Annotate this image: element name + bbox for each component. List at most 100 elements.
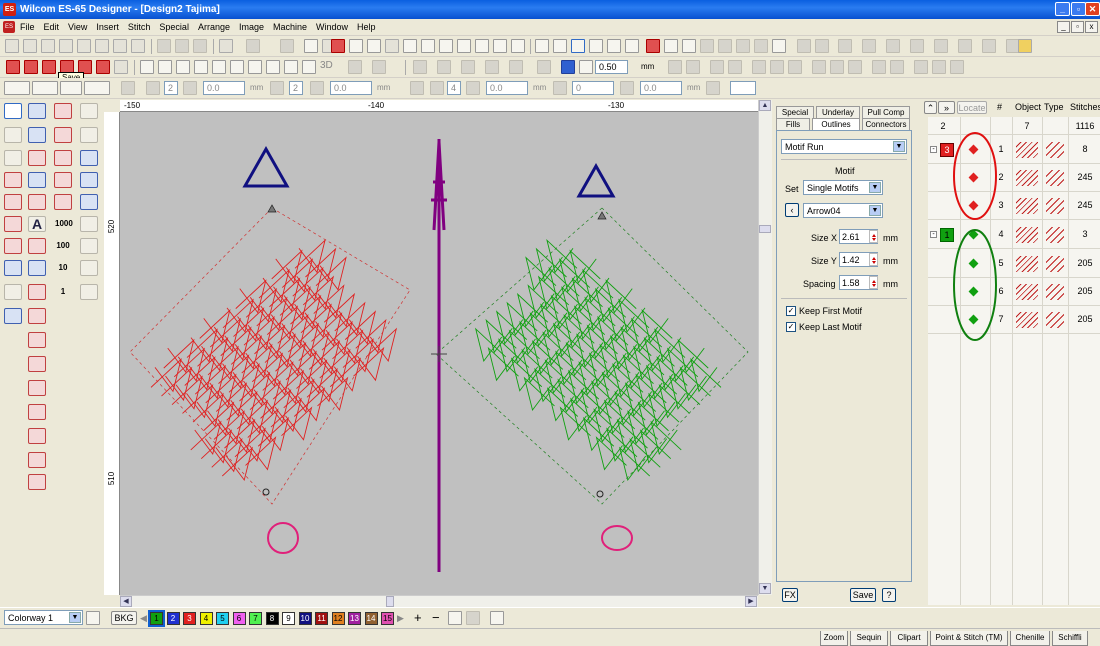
arrange-12-icon[interactable] <box>890 60 904 74</box>
red-motif-fill[interactable] <box>150 238 398 482</box>
dotted-icon[interactable] <box>403 39 417 53</box>
satin-icon[interactable] <box>331 39 345 53</box>
collapse-group-icon[interactable]: - <box>930 146 937 153</box>
tool-d-icon[interactable] <box>862 39 876 53</box>
mdi-close-icon[interactable]: x <box>1085 21 1098 33</box>
wizard-icon[interactable] <box>1018 39 1032 53</box>
tool-e-icon[interactable] <box>886 39 900 53</box>
scissors-icon[interactable] <box>4 238 22 254</box>
color-swatch[interactable]: 4 <box>199 612 213 625</box>
color-swatch[interactable]: 3 <box>183 612 196 625</box>
stitch-length-icon[interactable] <box>579 60 593 74</box>
chevron-down-icon[interactable]: ▼ <box>69 612 81 623</box>
print-icon[interactable] <box>77 39 91 53</box>
tab-special[interactable]: Special <box>776 106 814 118</box>
document-icon[interactable]: ES <box>3 21 15 33</box>
triangle-marker-right[interactable] <box>576 162 616 198</box>
fan-icon[interactable] <box>4 284 22 300</box>
copy-icon[interactable] <box>175 39 189 53</box>
minimize-icon[interactable]: _ <box>1055 2 1070 16</box>
color-grid-icon[interactable] <box>86 611 100 625</box>
tab-chenille[interactable]: Chenille <box>1010 631 1050 646</box>
monogram-tool-icon[interactable] <box>80 216 98 232</box>
stitch-type-6-icon[interactable] <box>96 60 110 74</box>
stop-icon[interactable] <box>682 39 696 53</box>
circle-icon[interactable] <box>736 39 750 53</box>
color-swatch[interactable]: 7 <box>249 612 262 625</box>
polygon-select-icon[interactable] <box>4 127 22 143</box>
stitch-type-select[interactable]: Motif Run ▼ <box>781 139 907 154</box>
size-x-spinner[interactable] <box>869 230 878 243</box>
tool-b-icon[interactable] <box>815 39 829 53</box>
arrange-8-icon[interactable] <box>812 60 826 74</box>
stitch-type-1-icon[interactable] <box>6 60 20 74</box>
photo-icon[interactable] <box>493 39 507 53</box>
effect-3-icon[interactable] <box>176 60 190 74</box>
ruler-icon[interactable] <box>553 39 567 53</box>
split-icon[interactable] <box>28 260 46 276</box>
stitch-type-3-icon[interactable] <box>42 60 56 74</box>
chevron-down-icon[interactable]: ▼ <box>893 141 905 152</box>
menu-special[interactable]: Special <box>159 22 189 32</box>
transform-icon[interactable] <box>80 150 98 166</box>
effect-2-icon[interactable] <box>158 60 172 74</box>
tab-underlay[interactable]: Underlay <box>816 106 860 118</box>
3d-button[interactable]: 3D <box>320 60 333 71</box>
grid-icon[interactable] <box>439 39 453 53</box>
mirror-icon[interactable] <box>718 39 732 53</box>
arrange-5-icon[interactable] <box>752 60 766 74</box>
motif-set-select[interactable]: Single Motifs ▼ <box>803 180 883 195</box>
chart-icon[interactable] <box>475 39 489 53</box>
object-thumbnail-icon[interactable] <box>1016 142 1038 158</box>
tab-sequin[interactable]: Sequin <box>850 631 888 646</box>
effect-16-icon[interactable] <box>485 60 499 74</box>
show-stitches-icon[interactable] <box>589 39 603 53</box>
target-tool-icon[interactable] <box>28 150 46 166</box>
stitch-count-10[interactable]: 10 <box>54 260 72 276</box>
paste-icon[interactable] <box>193 39 207 53</box>
tab-clipart[interactable]: Clipart <box>890 631 928 646</box>
effect-1-icon[interactable] <box>140 60 154 74</box>
color-stitch-icon[interactable] <box>561 60 575 74</box>
menu-view[interactable]: View <box>68 22 87 32</box>
arrange-7-icon[interactable] <box>788 60 802 74</box>
slow-redraw-icon[interactable] <box>664 39 678 53</box>
fill-outline-icon[interactable] <box>349 39 363 53</box>
menu-edit[interactable]: Edit <box>44 22 60 32</box>
select-mode-icon[interactable] <box>4 81 30 95</box>
color-swatch[interactable]: 11 <box>315 612 328 625</box>
effect-6-icon[interactable] <box>230 60 244 74</box>
fx-button[interactable]: FX <box>782 588 798 602</box>
menu-help[interactable]: Help <box>357 22 376 32</box>
tab-connectors[interactable]: Connectors <box>862 118 910 130</box>
table-icon[interactable] <box>457 39 471 53</box>
mdi-restore-icon[interactable]: ▫ <box>1071 21 1084 33</box>
network-icon[interactable] <box>28 194 46 210</box>
bead-icon[interactable] <box>28 452 46 468</box>
tool-g-icon[interactable] <box>934 39 948 53</box>
hoop-tool-icon[interactable] <box>4 308 22 324</box>
object-number[interactable]: 5 <box>994 258 1008 268</box>
arc-tool-icon[interactable] <box>80 127 98 143</box>
object-thumbnail-icon[interactable] <box>1016 170 1038 186</box>
branch-tool-icon[interactable] <box>4 150 22 166</box>
print-preview-icon[interactable] <box>95 39 109 53</box>
object-number[interactable]: 1 <box>994 144 1008 154</box>
sequence-icon[interactable] <box>421 39 435 53</box>
scroll-thumb-horizontal[interactable] <box>386 596 394 607</box>
export-icon[interactable] <box>113 39 127 53</box>
sequin-icon[interactable] <box>28 474 46 490</box>
arrange-13-icon[interactable] <box>914 60 928 74</box>
stitch-length-input[interactable]: 0.50 <box>595 60 628 74</box>
menu-arrange[interactable]: Arrange <box>198 22 230 32</box>
stitch-count-1[interactable]: 1 <box>54 284 72 300</box>
color-swatch[interactable]: 12 <box>331 612 345 625</box>
object-thumbnail-icon[interactable] <box>1016 312 1038 328</box>
grid-toggle-icon[interactable] <box>571 39 585 53</box>
motif-run-1-icon[interactable] <box>28 308 46 324</box>
color-swatch[interactable]: 14 <box>364 612 378 625</box>
view-icon[interactable] <box>607 39 621 53</box>
effect-17-icon[interactable] <box>509 60 523 74</box>
tab-fills[interactable]: Fills <box>776 118 810 130</box>
size-y-spinner[interactable] <box>869 253 878 266</box>
